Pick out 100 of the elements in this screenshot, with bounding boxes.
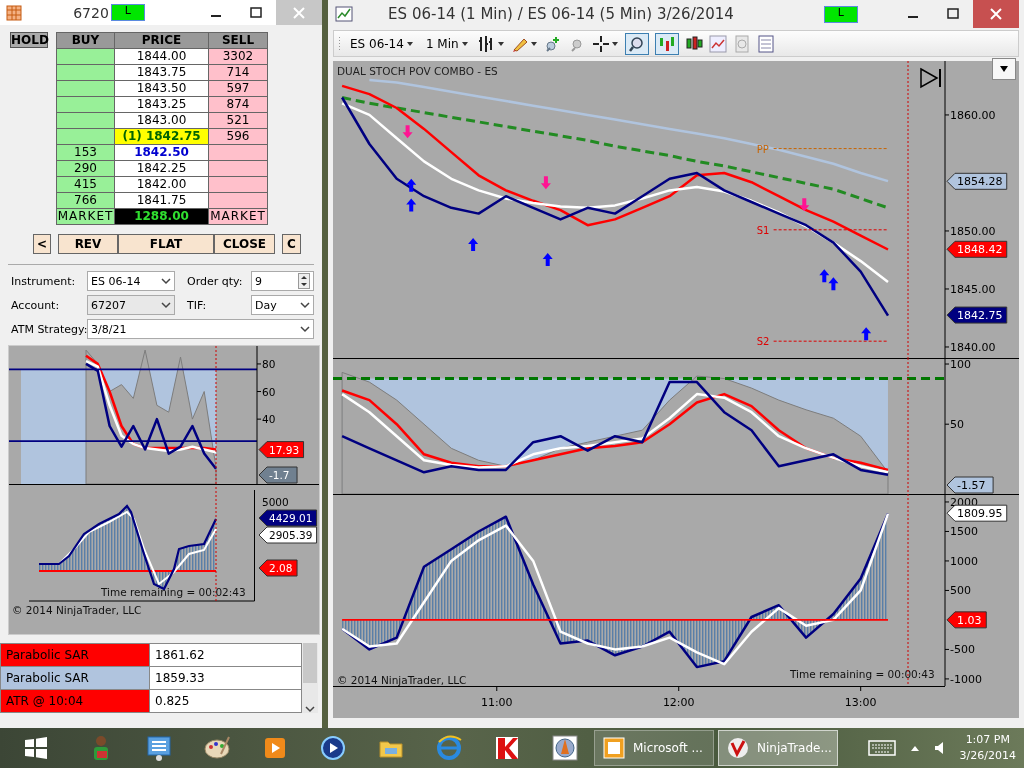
field-label: ATM Strategy: — [11, 322, 87, 336]
spinner-icon[interactable] — [298, 273, 310, 289]
keyboard-icon[interactable] — [867, 739, 896, 757]
instrument-dropdown[interactable]: ES 06-14 — [347, 34, 417, 53]
scrollbar-thumb[interactable] — [303, 643, 317, 683]
axis-label: 13:00 — [844, 696, 877, 709]
indicator-name: ATR @ 10:04 — [1, 690, 149, 713]
clock-date[interactable]: 3/26/2014 — [959, 748, 1016, 764]
status-badge: L — [110, 4, 145, 21]
maximize-icon[interactable] — [947, 8, 959, 20]
field-label: Order qty: — [187, 274, 244, 288]
caret-icon[interactable] — [610, 39, 619, 48]
value-tag: 4429.01 — [258, 509, 318, 527]
speaker-icon[interactable] — [933, 741, 946, 755]
time-remaining-label: Time remaining = 00:02:43 — [101, 586, 246, 598]
zoom-icon — [627, 34, 646, 53]
globe-icon[interactable] — [435, 734, 463, 762]
value-tag: 1842.75 — [946, 306, 1008, 324]
media-player-icon[interactable] — [319, 734, 347, 762]
order-button[interactable]: < — [33, 234, 51, 254]
market-buy-button[interactable]: MARKET — [56, 208, 115, 225]
axis-label: 1000 — [950, 554, 978, 568]
axis-label: 50 — [950, 418, 964, 432]
window-title: 6720 — [73, 4, 109, 21]
value-tag: 17.93 — [258, 441, 305, 459]
axis-label: 40 — [262, 413, 276, 426]
chevron-icon — [161, 301, 171, 309]
hold-button[interactable]: HOLD — [10, 32, 48, 48]
interval-dropdown[interactable]: 1 Min — [422, 34, 472, 53]
dropdown-field[interactable]: Day — [251, 295, 314, 315]
zoom-button[interactable] — [624, 32, 649, 55]
caret-icon — [999, 65, 1009, 73]
axis-label: -500 — [950, 643, 975, 657]
compass-icon[interactable] — [551, 734, 579, 762]
chevron-icon — [161, 277, 171, 285]
copyright-label: © 2014 NinjaTrader, LLC — [12, 604, 142, 616]
dropdown-field[interactable]: 67207 — [87, 295, 175, 315]
quantity-field[interactable]: 9 — [251, 271, 314, 291]
chevron-icon — [300, 301, 310, 309]
order-button[interactable]: FLAT — [118, 234, 214, 254]
status-badge: L — [823, 5, 858, 23]
dropdown-button[interactable] — [992, 58, 1016, 80]
control-panel-icon[interactable] — [145, 734, 173, 762]
caret-icon — [405, 39, 414, 48]
maximize-icon[interactable] — [250, 6, 262, 19]
field-label: Account: — [11, 298, 61, 312]
app-logo-icon — [727, 737, 749, 759]
palette-icon[interactable] — [203, 734, 231, 762]
field-label: Instrument: — [11, 274, 77, 288]
add-indicator-icon[interactable] — [543, 34, 562, 53]
show-hidden-icons-icon[interactable] — [909, 744, 920, 752]
axis-label: 60 — [262, 385, 276, 398]
axis-label: 500 — [950, 584, 971, 598]
axis-label: 1860.00 — [950, 108, 996, 122]
chevron-icon — [300, 325, 310, 333]
value-tag: -1.7 — [258, 466, 298, 484]
axis-label: 1840.00 — [950, 341, 996, 354]
order-button[interactable]: C — [282, 234, 301, 254]
chart-icon — [335, 6, 353, 22]
value-tag: 1848.42 — [946, 240, 1008, 258]
skip-to-end-icon[interactable] — [920, 67, 941, 89]
candlestick-icon[interactable] — [684, 34, 703, 53]
axis-label: 1850.00 — [950, 224, 996, 238]
level-label: S1 — [756, 224, 770, 236]
line-chart-icon[interactable] — [708, 34, 727, 53]
crosshair-icon[interactable] — [591, 34, 610, 53]
axis-label: 1500 — [950, 525, 978, 539]
time-remaining-label: Time remaining = 00:00:43 — [790, 668, 935, 680]
axis-label: 12:00 — [662, 696, 695, 709]
window-title: ES 06-14 (1 Min) / ES 06-14 (5 Min) 3/26/2014 — [388, 5, 734, 23]
close-icon — [293, 6, 305, 19]
order-button[interactable]: REV — [58, 234, 118, 254]
scroll-down-icon[interactable] — [305, 705, 315, 713]
properties-icon[interactable] — [756, 34, 775, 53]
clock-time[interactable]: 1:07 PM — [965, 732, 1010, 748]
indicator-name: Parabolic SAR — [1, 644, 149, 667]
market-sell-button[interactable]: MARKET — [208, 208, 268, 225]
indicator-value: 1859.33 — [149, 667, 301, 690]
value-tag: -1.57 — [946, 476, 994, 494]
dropdown-field[interactable]: 3/8/21 — [87, 319, 314, 339]
axis-label: 100 — [950, 358, 971, 371]
caret-icon[interactable] — [529, 39, 538, 48]
level-label: PP — [756, 143, 769, 155]
bar-chart-button[interactable] — [654, 32, 679, 55]
taskbar-button[interactable]: Microsoft ... — [594, 730, 714, 766]
bar-chart-icon — [657, 34, 676, 53]
axis-label: 80 — [262, 357, 276, 370]
order-button[interactable]: CLOSE — [214, 234, 275, 254]
dropdown-field[interactable]: ES 06-14 — [87, 271, 175, 291]
indicator-name: Parabolic SAR — [1, 667, 149, 690]
start-icon[interactable] — [24, 736, 48, 760]
grid-icon — [6, 4, 22, 21]
close-button[interactable] — [973, 0, 1019, 28]
value-tag: 1854.28 — [946, 172, 1008, 190]
indicator-value: 0.825 — [149, 690, 301, 713]
value-tag: 2905.39 — [258, 526, 318, 544]
caret-icon[interactable] — [496, 39, 505, 48]
value-tag: 1.03 — [946, 611, 987, 629]
axis-label: 1845.00 — [950, 282, 996, 296]
copyright-label: © 2014 NinjaTrader, LLC — [337, 674, 467, 686]
